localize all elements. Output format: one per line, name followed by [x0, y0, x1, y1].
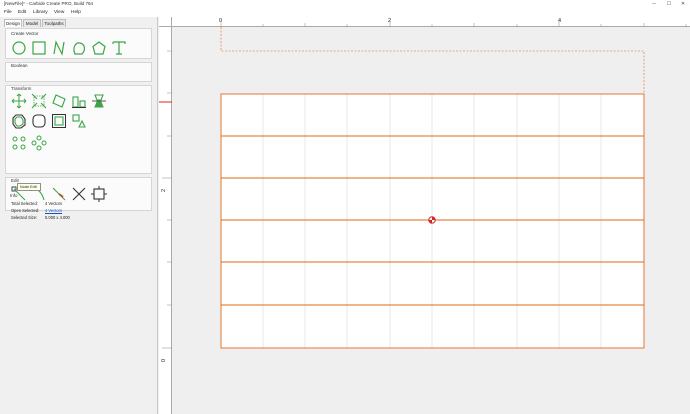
circular-array-icon[interactable]	[31, 135, 47, 151]
boolean-heading: Boolean	[11, 63, 28, 68]
circle-icon[interactable]	[11, 40, 27, 56]
menu-library[interactable]: Library	[33, 10, 48, 15]
create-vector-heading: Create Vector	[11, 31, 39, 36]
selected-size-row: Selected Size: 5.000 x 4.000	[11, 215, 70, 220]
trim-icon[interactable]	[71, 113, 87, 129]
scale-icon[interactable]	[31, 93, 47, 109]
fillet-icon[interactable]	[31, 113, 47, 129]
info-heading: Info	[10, 193, 18, 198]
selected-size-value: 5.000 x 4.000	[45, 215, 70, 220]
linear-array-icon[interactable]	[11, 135, 27, 151]
open-selected-label: Open Selected:	[11, 208, 40, 213]
total-selected-row: Total Selected: 4 Vectors	[11, 201, 62, 206]
tab-toolpaths[interactable]: Toolpaths	[42, 19, 66, 27]
polygon-icon[interactable]	[91, 40, 107, 56]
tab-design[interactable]: Design	[4, 19, 22, 27]
sidebar-splitter[interactable]	[157, 17, 158, 414]
curve-icon[interactable]	[71, 40, 87, 56]
polyline-icon[interactable]	[51, 40, 67, 56]
minimize-button[interactable]: ─	[648, 0, 660, 8]
design-sidebar: Design Model Toolpaths Create Vector Boo…	[3, 17, 153, 414]
boundary-box-icon[interactable]	[51, 113, 67, 129]
menu-edit[interactable]: Edit	[18, 10, 26, 15]
node-edit-tooltip: Node Edit	[17, 183, 41, 191]
close-button[interactable]: ✕	[677, 0, 689, 8]
info-panel: Info Total Selected: 4 Vectors Open Sele…	[5, 193, 152, 221]
offset-icon[interactable]	[11, 113, 27, 129]
maximize-button[interactable]: ☐	[663, 0, 675, 8]
menu-help[interactable]: Help	[71, 10, 81, 15]
align-icon[interactable]	[71, 93, 87, 109]
open-selected-row: Open Selected: 4 Vectors	[11, 208, 62, 213]
stock-boundary	[220, 27, 645, 94]
total-selected-label: Total Selected:	[11, 201, 38, 206]
move-icon[interactable]	[11, 93, 27, 109]
rotate-icon[interactable]	[51, 93, 67, 109]
open-selected-link[interactable]: 4 Vectors	[45, 208, 62, 213]
center-marker	[428, 216, 436, 224]
menubar: File Edit Library View Help	[0, 8, 690, 17]
menu-view[interactable]: View	[54, 10, 64, 15]
transform-panel: Transform	[5, 85, 152, 174]
design-canvas[interactable]: 0 2 4 2 0	[159, 17, 690, 414]
tab-model[interactable]: Model	[23, 19, 41, 27]
rectangle-icon[interactable]	[31, 40, 47, 56]
create-vector-panel: Create Vector	[5, 28, 152, 59]
window-title: [NewFile]* - Carbide Create PRO, Build 7…	[4, 1, 94, 6]
total-selected-value: 4 Vectors	[45, 201, 63, 206]
window-titlebar: [NewFile]* - Carbide Create PRO, Build 7…	[0, 0, 690, 8]
menu-file[interactable]: File	[4, 10, 12, 15]
transform-heading: Transform	[11, 86, 32, 91]
mirror-icon[interactable]	[91, 93, 107, 109]
boolean-panel: Boolean	[5, 62, 152, 82]
selected-size-label: Selected Size:	[11, 215, 38, 220]
workspace-drawing	[159, 20, 687, 349]
text-icon[interactable]	[111, 40, 127, 56]
